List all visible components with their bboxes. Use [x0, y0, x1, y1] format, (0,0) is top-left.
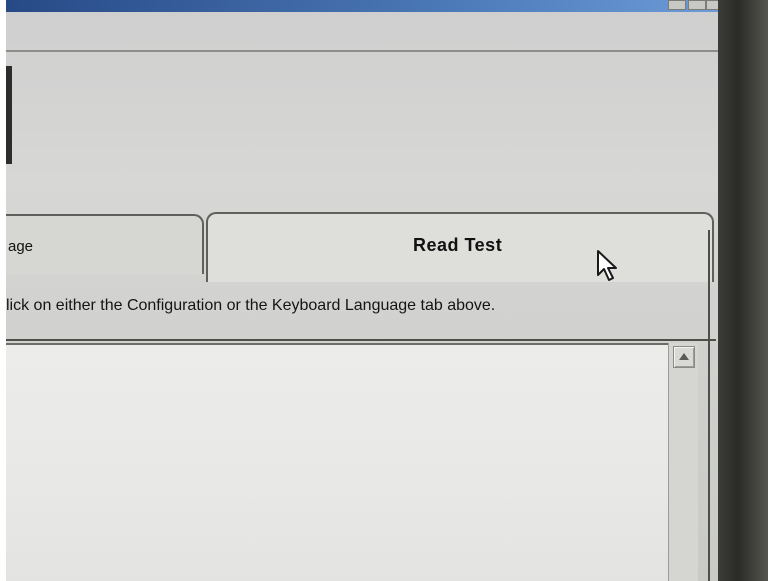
scroll-up-button[interactable]: [673, 346, 695, 368]
panel-edge: [6, 66, 12, 164]
tab-keyboard-language[interactable]: age: [6, 214, 204, 274]
vertical-scrollbar[interactable]: [668, 343, 698, 581]
minimize-button[interactable]: [668, 0, 686, 10]
instructions-text: lick on either the Configuration or the …: [6, 297, 496, 314]
tab-keyboard-language-label: age: [8, 238, 34, 255]
tab-panel-border: [708, 230, 710, 581]
monitor-bezel: [718, 0, 768, 581]
maximize-button[interactable]: [688, 0, 706, 10]
title-bar: [6, 0, 720, 12]
tab-read-test-label: Read Test: [413, 235, 503, 255]
text-area-frame: [6, 339, 716, 341]
photo-of-monitor: age Read Test lick on either the Configu…: [0, 0, 768, 581]
read-test-text-area[interactable]: [6, 343, 668, 581]
tab-read-test[interactable]: Read Test: [206, 212, 714, 282]
divider: [6, 50, 720, 52]
triangle-up-icon: [679, 353, 689, 360]
arrow-cursor-icon: [596, 249, 622, 288]
